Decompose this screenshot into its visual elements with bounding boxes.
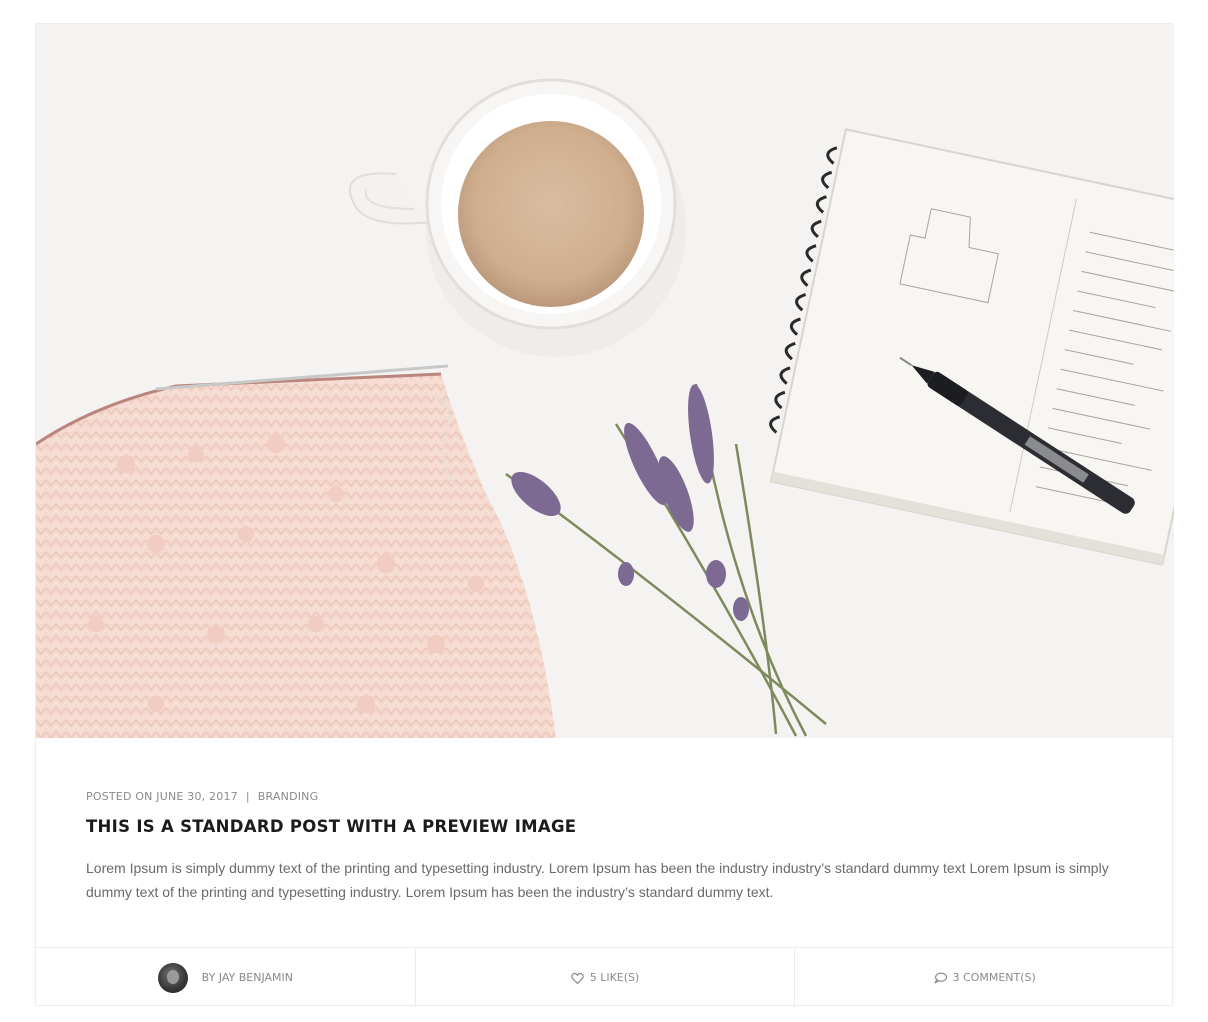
post-date[interactable]: POSTED ON JUNE 30, 2017: [86, 790, 238, 803]
post-category-link[interactable]: BRANDING: [258, 790, 319, 803]
post-likes[interactable]: 5 LIKE(S): [414, 948, 795, 1007]
post-comments[interactable]: 3 COMMENT(S): [794, 948, 1174, 1007]
likes-count: 5 LIKE(S): [589, 971, 640, 984]
comment-bubble-icon: [934, 972, 947, 984]
post-title[interactable]: THIS IS A STANDARD POST WITH A PREVIEW I…: [86, 817, 1126, 836]
post-footer: BY JAY BENJAMIN 5 LIKE(S) 3 COMMENT(S): [36, 947, 1174, 1007]
post-meta: POSTED ON JUNE 30, 2017 | BRANDING: [86, 790, 1126, 803]
post-preview-image[interactable]: [36, 24, 1174, 738]
post-body: POSTED ON JUNE 30, 2017 | BRANDING THIS …: [86, 790, 1126, 904]
blog-post-card: POSTED ON JUNE 30, 2017 | BRANDING THIS …: [35, 23, 1174, 1007]
author-name[interactable]: BY JAY BENJAMIN: [202, 971, 293, 984]
comments-count: 3 COMMENT(S): [952, 971, 1036, 984]
post-author[interactable]: BY JAY BENJAMIN: [36, 948, 415, 1007]
heart-icon: [570, 972, 584, 984]
meta-separator: |: [245, 790, 250, 803]
author-avatar: [157, 962, 188, 993]
post-excerpt: Lorem Ipsum is simply dummy text of the …: [86, 860, 1109, 900]
